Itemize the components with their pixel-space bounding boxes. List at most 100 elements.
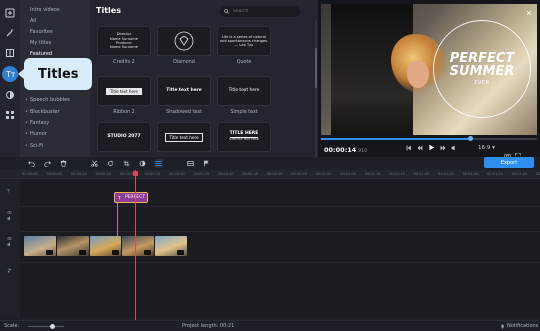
timecode-main: 00:00:14 [324, 146, 357, 154]
ruler-tick: 00:00:15 [95, 172, 112, 176]
playback-progress-bar[interactable] [321, 136, 537, 141]
transition-icon[interactable] [144, 250, 152, 255]
ruler-tick: 00:00:00 [22, 172, 38, 176]
overlay-line-1: PERFECT [449, 50, 515, 66]
overlay-line-2: SUMMER [449, 63, 515, 79]
diamond-emblem-icon [174, 31, 194, 51]
visibility-icon[interactable] [6, 236, 12, 241]
close-preview-icon[interactable] [524, 8, 533, 17]
category-favorites[interactable]: Favorites [30, 29, 53, 35]
timecode-ms: .910 [356, 148, 368, 154]
timecode: 00:00:14.910 [324, 146, 367, 154]
track-divider [20, 262, 540, 263]
title-tile-credits-2[interactable]: Director Name Surname Producer Name Surn… [97, 26, 151, 56]
timeline-ruler[interactable]: 00:00:00 00:00:05 00:00:10 00:00:15 00:00:20… [0, 170, 540, 179]
redo-icon[interactable] [43, 159, 52, 168]
import-icon[interactable] [3, 6, 17, 20]
search-box[interactable] [220, 6, 300, 17]
category-humor[interactable]: Humor [25, 131, 47, 137]
export-button[interactable]: Export [484, 157, 534, 168]
titles-icon[interactable]: Tт [2, 66, 18, 82]
progress-knob[interactable] [468, 136, 474, 141]
video-clip[interactable] [24, 236, 56, 256]
title-tile-studio[interactable]: STUDIO 2077 [97, 122, 151, 152]
transitions-icon[interactable] [3, 88, 17, 102]
overlay-track-header [3, 210, 15, 222]
title-tile-heading[interactable]: TITLE HERE SUBTITLE TEXT HERE [217, 122, 271, 152]
title-tile-diamond[interactable] [157, 26, 211, 56]
tile-label: Quote [236, 60, 252, 65]
wand-icon[interactable] [3, 26, 17, 40]
category-my-titles[interactable]: My titles [30, 40, 51, 46]
clip-properties-icon[interactable] [154, 159, 163, 168]
transition-icon[interactable] [177, 250, 185, 255]
volume-icon[interactable] [7, 242, 12, 247]
video-track-header [3, 236, 15, 248]
ruler-tick: 00:00:35 [193, 172, 210, 176]
insert-icon[interactable] [186, 159, 195, 168]
visibility-icon[interactable] [6, 210, 12, 215]
video-clip[interactable] [122, 236, 155, 256]
scale-slider[interactable] [28, 324, 64, 329]
undo-icon[interactable] [27, 159, 36, 168]
color-adjust-icon[interactable] [138, 159, 147, 168]
tooltip-label: Titles [38, 66, 79, 82]
tile-label: Ribbon 2 [113, 110, 135, 115]
tool-rail: Tт [0, 0, 20, 160]
crop-icon[interactable] [122, 159, 131, 168]
marker-icon[interactable] [202, 159, 211, 168]
step-forward-icon[interactable] [440, 145, 446, 151]
rotate-icon[interactable] [106, 159, 115, 168]
video-clip[interactable] [155, 236, 187, 256]
skip-back-icon[interactable] [406, 145, 412, 151]
gallery-scrollbar[interactable] [315, 20, 317, 160]
track-divider [20, 206, 540, 207]
title-tile-simple-text[interactable]: Title text here [217, 76, 271, 106]
transition-icon[interactable] [46, 250, 53, 255]
title-track-header: T [3, 188, 15, 200]
category-sci-fi[interactable]: Sci-Fi [25, 143, 43, 149]
title-tile-text-4[interactable]: Title text here [157, 122, 211, 152]
category-all[interactable]: All [30, 18, 36, 24]
svg-text:T: T [118, 196, 121, 201]
project-length: Project length: 00:21 [182, 323, 235, 329]
title-clip[interactable]: T PERFECT [114, 192, 148, 203]
gallery-title: Titles [96, 6, 121, 15]
audio-track-header [3, 268, 15, 280]
volume-icon[interactable] [451, 145, 457, 151]
notifications[interactable]: Notifications [500, 323, 538, 329]
scale-slider-knob[interactable] [50, 324, 55, 329]
category-intro-videos[interactable]: Intro videos [30, 7, 59, 13]
filters-icon[interactable] [3, 46, 17, 60]
step-back-icon[interactable] [417, 145, 423, 151]
volume-icon[interactable] [7, 216, 12, 221]
svg-text:T: T [7, 189, 10, 194]
tile-label: Shadowed text [166, 110, 202, 115]
preview-video: PERFECT SUMMER EVER [321, 4, 537, 135]
title-tile-ribbon-2[interactable]: Title text here [97, 76, 151, 106]
aspect-ratio-select[interactable]: 16:9 ▾ [478, 145, 495, 151]
cut-icon[interactable] [90, 159, 99, 168]
delete-icon[interactable] [59, 159, 68, 168]
category-featured[interactable]: Featured [30, 51, 52, 57]
tile-label: Credits 2 [113, 60, 135, 65]
title-tile-quote[interactable]: Life is a series of natural and spontane… [217, 26, 271, 56]
ruler-tick: 00:01:35 [487, 172, 503, 176]
category-blockbuster[interactable]: Blockbuster [25, 109, 60, 115]
title-tile-shadowed-text[interactable]: Title text here [157, 76, 211, 106]
transition-icon[interactable] [78, 250, 86, 255]
ruler-tick: 00:01:25 [438, 172, 454, 176]
ruler-tick: 00:00:55 [291, 172, 307, 176]
titles-tooltip: Titles [18, 58, 92, 90]
search-input[interactable] [233, 9, 293, 14]
category-fantasy[interactable]: Fantasy [25, 120, 49, 126]
video-clip[interactable] [56, 236, 89, 256]
ruler-tick: 00:00:50 [266, 172, 283, 176]
video-clip[interactable] [89, 236, 122, 256]
transition-icon[interactable] [111, 250, 119, 255]
play-icon[interactable] [428, 144, 435, 151]
category-speech-bubbles[interactable]: Speech bubbles [25, 97, 70, 103]
playhead[interactable] [135, 170, 136, 320]
more-tools-icon[interactable] [3, 108, 17, 122]
playhead-handle[interactable] [133, 171, 138, 176]
